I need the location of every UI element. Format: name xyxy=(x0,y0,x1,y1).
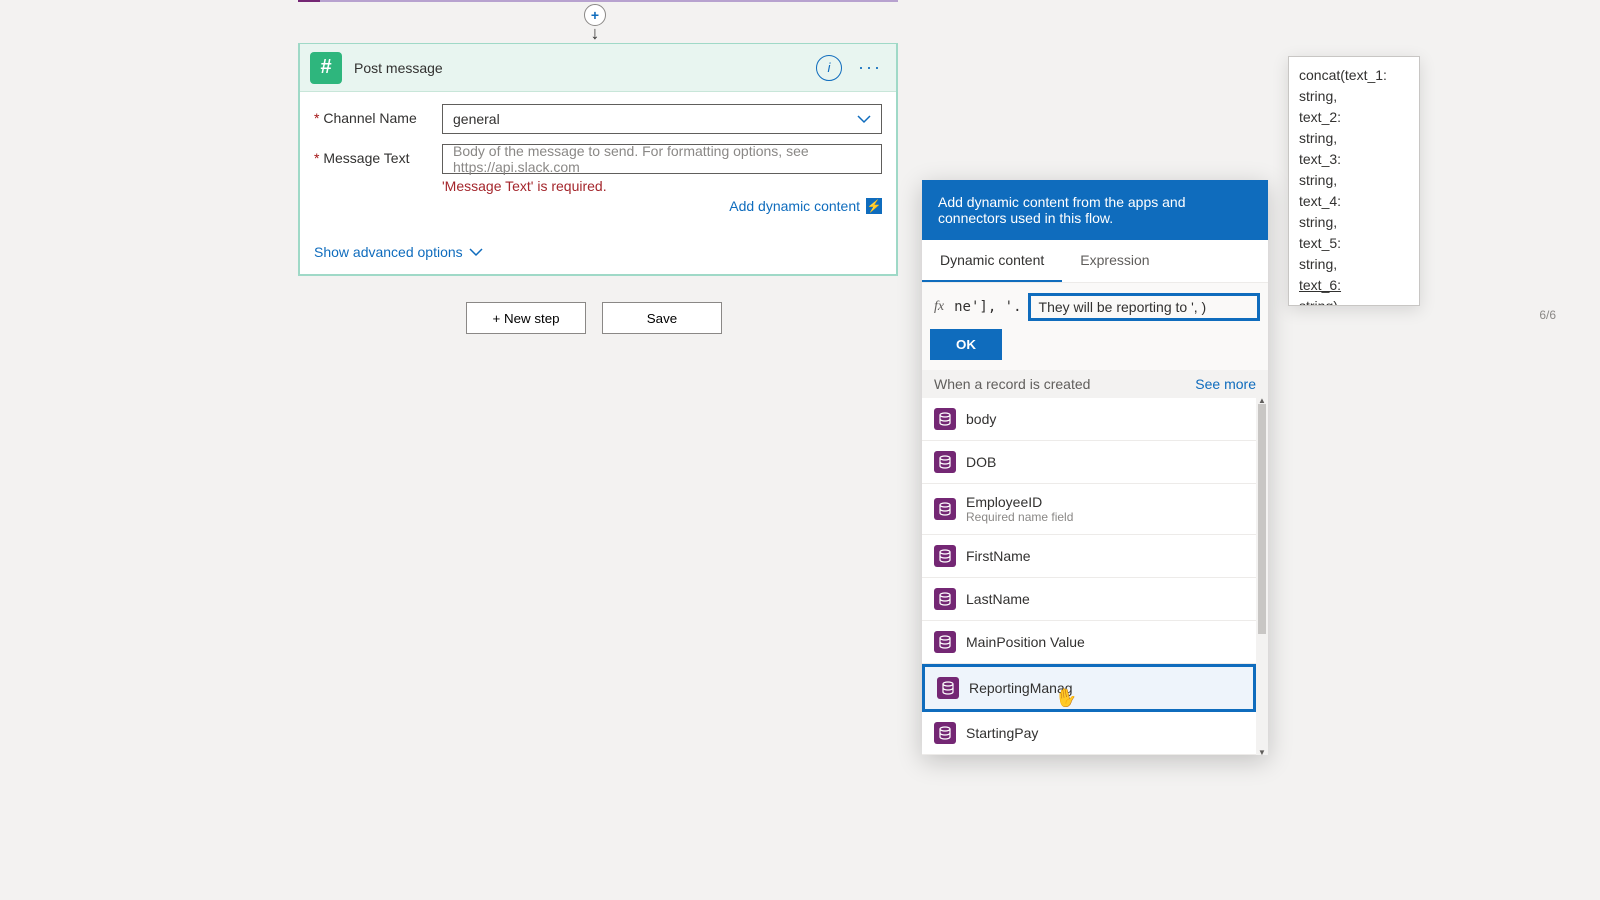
dc-item-label: MainPosition Value xyxy=(966,634,1085,650)
database-icon xyxy=(934,545,956,567)
message-text-row: * Message Text Body of the message to se… xyxy=(314,144,882,214)
dc-item-dob[interactable]: DOB xyxy=(922,441,1256,484)
database-icon xyxy=(934,408,956,430)
tab-dynamic-content[interactable]: Dynamic content xyxy=(922,240,1062,282)
scrollbar-thumb[interactable] xyxy=(1258,404,1266,634)
expression-bar: fx ne'], '. They will be reporting to ',… xyxy=(922,283,1268,370)
channel-name-select[interactable]: general xyxy=(442,104,882,134)
card-more-button[interactable]: ··· xyxy=(854,57,886,78)
tooltip-line: text_3: xyxy=(1299,149,1409,170)
save-button[interactable]: Save xyxy=(602,302,722,334)
channel-name-label: * Channel Name xyxy=(314,104,442,126)
dynamic-group-title: When a record is created xyxy=(934,376,1090,392)
info-icon: i xyxy=(828,60,831,75)
tab-expression[interactable]: Expression xyxy=(1062,240,1167,282)
dynamic-group-header: When a record is created See more xyxy=(922,370,1268,398)
intellisense-tooltip: concat(text_1:string,text_2:string,text_… xyxy=(1288,56,1420,306)
dc-item-employeeid[interactable]: EmployeeIDRequired name field xyxy=(922,484,1256,535)
dc-item-desc: Required name field xyxy=(966,510,1073,524)
scrollbar[interactable]: ▲ ▼ xyxy=(1256,398,1268,755)
database-icon xyxy=(937,677,959,699)
prev-step-accent xyxy=(298,0,320,2)
chevron-down-icon xyxy=(469,245,483,259)
message-text-label: * Message Text xyxy=(314,144,442,166)
database-icon xyxy=(934,588,956,610)
tooltip-line: string, xyxy=(1299,86,1409,107)
more-icon: ··· xyxy=(858,57,882,77)
add-dynamic-row: Add dynamic content ⚡ xyxy=(442,198,882,214)
channel-name-value: general xyxy=(453,111,500,127)
tooltip-active-param: text_6: xyxy=(1299,275,1409,296)
tooltip-line: string, xyxy=(1299,128,1409,149)
fx-icon: fx xyxy=(930,299,948,315)
database-icon xyxy=(934,451,956,473)
dc-item-label: FirstName xyxy=(966,548,1031,564)
tooltip-line: text_4: xyxy=(1299,191,1409,212)
database-icon xyxy=(934,722,956,744)
channel-name-row: * Channel Name general xyxy=(314,104,882,134)
message-text-placeholder: Body of the message to send. For formatt… xyxy=(453,143,871,175)
tooltip-line: string, xyxy=(1299,170,1409,191)
arrow-down-icon: ↓ xyxy=(591,24,600,42)
info-button[interactable]: i xyxy=(816,55,842,81)
dc-item-firstname[interactable]: FirstName xyxy=(922,535,1256,578)
card-header: # Post message i ··· xyxy=(300,44,896,92)
post-message-card: # Post message i ··· * Channel Name gene… xyxy=(298,43,898,276)
panel-tabs: Dynamic content Expression xyxy=(922,240,1268,283)
panel-header: Add dynamic content from the apps and co… xyxy=(922,180,1268,240)
dc-item-label: EmployeeID xyxy=(966,494,1073,510)
show-advanced-label: Show advanced options xyxy=(314,244,463,260)
dc-item-startingpay[interactable]: StartingPay xyxy=(922,712,1256,755)
plus-label: + xyxy=(591,7,599,23)
hash-icon: # xyxy=(320,56,331,79)
show-advanced-options[interactable]: Show advanced options xyxy=(314,244,483,260)
add-dynamic-label: Add dynamic content xyxy=(729,198,860,214)
tooltip-line: string, xyxy=(1299,212,1409,233)
slack-icon: # xyxy=(310,52,342,84)
dc-item-reportingmanag[interactable]: ReportingManag xyxy=(922,664,1256,712)
database-icon xyxy=(934,498,956,520)
chevron-down-icon xyxy=(857,112,871,126)
dc-item-mainposition-value[interactable]: MainPosition Value xyxy=(922,621,1256,664)
tooltip-line: string) xyxy=(1299,296,1409,306)
action-buttons: + New step Save xyxy=(466,302,722,334)
add-step-connector[interactable]: + ↓ xyxy=(584,4,606,42)
prev-step-border xyxy=(298,0,898,2)
dynamic-content-panel: Add dynamic content from the apps and co… xyxy=(922,180,1268,755)
tooltip-line: text_2: xyxy=(1299,107,1409,128)
new-step-button[interactable]: + New step xyxy=(466,302,586,334)
expression-prefix: ne'], '. xyxy=(954,299,1021,315)
expression-ok-button[interactable]: OK xyxy=(930,329,1002,360)
dc-item-body[interactable]: body xyxy=(922,398,1256,441)
card-body: * Channel Name general * Message Text Bo… xyxy=(300,92,896,234)
dynamic-content-icon: ⚡ xyxy=(866,198,882,214)
dc-item-label: ReportingManag xyxy=(969,680,1073,696)
see-more-link[interactable]: See more xyxy=(1195,376,1256,392)
scroll-down-icon[interactable]: ▼ xyxy=(1258,748,1266,757)
dc-item-label: DOB xyxy=(966,454,996,470)
tooltip-line: string, xyxy=(1299,254,1409,275)
dc-item-label: StartingPay xyxy=(966,725,1038,741)
required-asterisk: * xyxy=(314,110,323,126)
expression-pager: 6/6 xyxy=(1539,308,1556,322)
expression-input[interactable]: They will be reporting to ', ) xyxy=(1028,293,1260,321)
dc-item-label: LastName xyxy=(966,591,1030,607)
message-text-input[interactable]: Body of the message to send. For formatt… xyxy=(442,144,882,174)
expression-value: They will be reporting to ', ) xyxy=(1039,299,1207,315)
database-icon xyxy=(934,631,956,653)
dynamic-content-list: body DOB EmployeeIDRequired name field Firs… xyxy=(922,398,1268,755)
required-asterisk: * xyxy=(314,150,323,166)
message-text-error: 'Message Text' is required. xyxy=(442,178,882,194)
add-dynamic-content-link[interactable]: Add dynamic content ⚡ xyxy=(729,198,882,214)
card-title: Post message xyxy=(354,60,804,76)
tooltip-line: text_5: xyxy=(1299,233,1409,254)
dc-item-label: body xyxy=(966,411,996,427)
dc-item-lastname[interactable]: LastName xyxy=(922,578,1256,621)
tooltip-line: concat(text_1: xyxy=(1299,65,1409,86)
